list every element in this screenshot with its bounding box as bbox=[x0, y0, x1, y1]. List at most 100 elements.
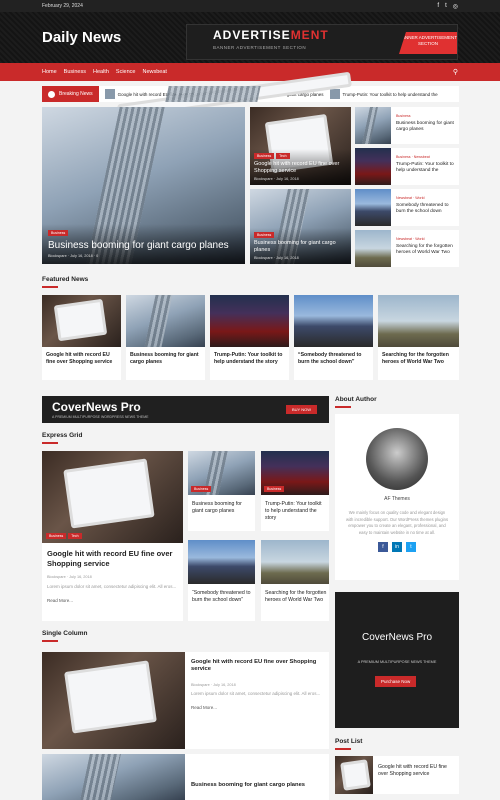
article-title[interactable]: Google hit with record EU fine over Shop… bbox=[378, 764, 456, 778]
article-thumbnail[interactable] bbox=[355, 189, 391, 226]
ad-subtitle: BANNER ADVERTISEMENT SECTION bbox=[213, 45, 307, 50]
hero-article-cargo[interactable]: Business Business booming for giant carg… bbox=[250, 189, 351, 264]
featured-card[interactable]: Google hit with record EU fine over Shop… bbox=[42, 295, 121, 380]
article-excerpt: Lorem ipsum dolor sit amet, consectetur … bbox=[191, 691, 321, 696]
side-article[interactable]: Business Business booming for giant cargo… bbox=[355, 107, 459, 144]
category-tag[interactable]: Business bbox=[191, 486, 212, 492]
instagram-icon[interactable]: ◎ bbox=[453, 3, 458, 10]
hero-article-google[interactable]: Business Tech Google hit with record EU f… bbox=[250, 107, 351, 185]
article-title[interactable]: Trump-Putin: Your toolkit to help unders… bbox=[214, 352, 286, 366]
express-card[interactable]: Searching for the forgotten heroes of Wo… bbox=[261, 540, 329, 621]
featured-card[interactable]: Trump-Putin: Your toolkit to help unders… bbox=[210, 295, 289, 380]
article-title[interactable]: Trump-Putin: Your toolkit to help unders… bbox=[265, 501, 327, 522]
twitter-icon[interactable]: t bbox=[406, 542, 416, 552]
read-more-link[interactable]: Read More... bbox=[191, 705, 217, 710]
category-tags[interactable]: Newsbeat · World bbox=[396, 236, 456, 242]
category-tag[interactable]: Business bbox=[254, 153, 275, 159]
article-title[interactable]: Trump-Putin: Your toolkit to help unders… bbox=[396, 162, 456, 174]
nav-business[interactable]: Business bbox=[64, 69, 86, 75]
article-title[interactable]: Somebody threatened to burn the school d… bbox=[396, 203, 456, 215]
article-thumbnail[interactable] bbox=[355, 148, 391, 185]
article-title[interactable]: Business booming for giant cargo planes bbox=[191, 782, 323, 789]
purchase-now-button[interactable]: Purchase Now bbox=[375, 676, 417, 687]
article-thumbnail[interactable] bbox=[42, 652, 185, 749]
buy-now-button[interactable]: BUY NOW bbox=[285, 405, 317, 414]
site-title[interactable]: Daily News bbox=[42, 29, 121, 46]
category-tag[interactable]: Tech bbox=[276, 153, 290, 159]
featured-card[interactable]: Searching for the forgotten heroes of Wo… bbox=[378, 295, 459, 380]
article-thumbnail[interactable] bbox=[42, 754, 185, 800]
article-thumbnail[interactable] bbox=[126, 295, 205, 347]
covernews-banner[interactable]: CoverNews Pro A PREMIUM MULTIPURPOSE WOR… bbox=[42, 396, 329, 423]
side-article[interactable]: Newsbeat · World Somebody threatened to b… bbox=[355, 189, 459, 226]
post-list-item[interactable]: Google hit with record EU fine over Shop… bbox=[335, 756, 459, 794]
category-tag[interactable]: Business bbox=[264, 486, 285, 492]
express-main-card[interactable]: Business Tech Google hit with record EU f… bbox=[42, 451, 183, 621]
social-links: f t ◎ bbox=[437, 3, 458, 10]
article-title[interactable]: Google hit with record EU fine over Shop… bbox=[47, 549, 179, 569]
article-title[interactable]: “Somebody threatened to burn the school … bbox=[192, 590, 252, 604]
nav-science[interactable]: Science bbox=[116, 69, 136, 75]
nav-home[interactable]: Home bbox=[42, 69, 57, 75]
banner-subtitle: A PREMIUM MULTIPURPOSE WORDPRESS NEWS TH… bbox=[52, 415, 149, 419]
category-tag[interactable]: Business bbox=[254, 232, 275, 238]
read-more-link[interactable]: Read More... bbox=[47, 598, 73, 603]
category-tag[interactable]: Business bbox=[48, 230, 69, 236]
search-icon[interactable]: ⚲ bbox=[453, 68, 458, 76]
main-nav: Home Business Health Science Newsbeat ⚲ bbox=[0, 63, 500, 81]
article-title[interactable]: Business booming for giant cargo planes bbox=[130, 352, 202, 366]
article-thumbnail[interactable] bbox=[261, 540, 329, 584]
article-title[interactable]: Searching for the forgotten heroes of Wo… bbox=[382, 352, 456, 366]
category-tag[interactable]: Business bbox=[46, 533, 67, 539]
article-thumbnail[interactable] bbox=[210, 295, 289, 347]
category-tag[interactable]: Tech bbox=[68, 533, 82, 539]
article-excerpt: Lorem ipsum dolor sit amet, consectetur … bbox=[47, 584, 177, 589]
article-title[interactable]: Business booming for giant cargo planes bbox=[396, 121, 456, 133]
article-thumbnail[interactable]: Business bbox=[188, 451, 255, 495]
category-tags[interactable]: Business · Newsbeat bbox=[396, 154, 456, 160]
hero-title[interactable]: Business booming for giant cargo planes bbox=[48, 239, 239, 252]
article-title[interactable]: Searching for the forgotten heroes of Wo… bbox=[265, 590, 327, 604]
article-thumbnail[interactable]: Business bbox=[261, 451, 329, 495]
article-title[interactable]: Searching for the forgotten heroes of Wo… bbox=[396, 244, 456, 256]
nav-newsbeat[interactable]: Newsbeat bbox=[142, 69, 166, 75]
featured-card[interactable]: “Somebody threatened to burn the school … bbox=[294, 295, 373, 380]
article-title[interactable]: “Somebody threatened to burn the school … bbox=[298, 352, 370, 366]
article-thumbnail[interactable] bbox=[355, 230, 391, 267]
covernews-promo[interactable]: CoverNews Pro A PREMIUM MULTIPURPOSE NEW… bbox=[335, 592, 459, 728]
express-card[interactable]: Business Business booming for giant carg… bbox=[188, 451, 255, 531]
article-thumbnail[interactable] bbox=[188, 540, 255, 584]
breaking-news-ticker: Breaking News Google hit with record EU … bbox=[42, 86, 459, 102]
single-column-card[interactable]: Business booming for giant cargo planes bbox=[42, 754, 329, 800]
nav-health[interactable]: Health bbox=[93, 69, 109, 75]
express-card[interactable]: Business Trump-Putin: Your toolkit to he… bbox=[261, 451, 329, 531]
category-tags[interactable]: Newsbeat · World bbox=[396, 195, 456, 201]
facebook-icon[interactable]: f bbox=[437, 3, 439, 10]
article-title[interactable]: Google hit with record EU fine over Shop… bbox=[254, 161, 347, 175]
top-bar: February 29, 2024 f t ◎ bbox=[0, 0, 500, 12]
article-thumbnail[interactable]: Business Tech bbox=[42, 451, 183, 543]
hero-main-article[interactable]: Business Business booming for giant carg… bbox=[42, 107, 245, 264]
single-column-card[interactable]: Google hit with record EU fine over Shop… bbox=[42, 652, 329, 749]
header-advertisement[interactable]: ADVERTISEMENT BANNER ADVERTISEMENT SECTI… bbox=[186, 24, 458, 60]
article-title[interactable]: Google hit with record EU fine over Shop… bbox=[46, 352, 118, 366]
article-title[interactable]: Business booming for giant cargo planes bbox=[254, 240, 347, 254]
facebook-icon[interactable]: f bbox=[378, 542, 388, 552]
article-title[interactable]: Google hit with record EU fine over Shop… bbox=[191, 659, 323, 673]
article-thumbnail[interactable] bbox=[335, 756, 373, 794]
category-tag[interactable]: Business bbox=[396, 113, 456, 119]
article-thumbnail[interactable] bbox=[294, 295, 373, 347]
linkedin-icon[interactable]: in bbox=[392, 542, 402, 552]
twitter-icon[interactable]: t bbox=[445, 3, 447, 10]
express-card[interactable]: “Somebody threatened to burn the school … bbox=[188, 540, 255, 621]
article-thumbnail[interactable] bbox=[378, 295, 459, 347]
ad-badge: BANNER ADVERTISEMENT SECTION bbox=[399, 32, 457, 54]
article-thumbnail[interactable] bbox=[355, 107, 391, 144]
article-title[interactable]: Business booming for giant cargo planes bbox=[192, 501, 252, 515]
side-article[interactable]: Business · Newsbeat Trump-Putin: Your too… bbox=[355, 148, 459, 185]
banner-title: CoverNews Pro bbox=[52, 400, 141, 414]
ticker-item[interactable]: Trump-Putin: Your toolkit to help unders… bbox=[329, 89, 438, 99]
featured-card[interactable]: Business booming for giant cargo planes bbox=[126, 295, 205, 380]
side-article[interactable]: Newsbeat · World Searching for the forgot… bbox=[355, 230, 459, 267]
article-thumbnail[interactable] bbox=[42, 295, 121, 347]
